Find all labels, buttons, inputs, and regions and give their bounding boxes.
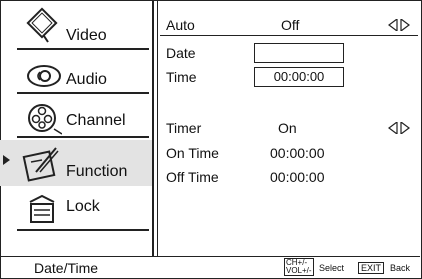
setting-label: Off Time [166,169,219,185]
sidebar-item-audio[interactable]: Audio [0,50,152,94]
setting-off-time[interactable]: Off Time 00:00:00 [160,167,420,187]
key-label: VOL+/- [286,266,312,275]
sidebar-item-label: Lock [66,198,100,215]
setting-value: 00:00:00 [270,169,325,185]
sidebar-item-video[interactable]: Video [0,6,152,50]
sidebar-item-lock[interactable]: Lock [0,188,152,232]
date-field[interactable] [254,43,344,63]
ch-vol-key-hint: CH+/- VOL+/- [284,258,314,276]
page-title: Date/Time [34,260,99,276]
left-right-arrows-icon[interactable] [388,19,410,31]
setting-date[interactable]: Date [160,43,420,63]
menu-divider [17,136,149,138]
sidebar-item-label: Audio [66,71,107,88]
select-hint: Select [319,263,345,273]
left-right-arrows-icon[interactable] [388,122,410,134]
sidebar-item-label: Video [66,27,107,44]
setting-auto[interactable]: Auto Off [160,17,420,38]
sidebar-item-function[interactable]: Function [0,140,152,186]
setting-value: On [278,120,297,136]
exit-key-hint: EXIT [358,262,385,274]
setting-label: On Time [166,145,219,161]
back-hint: Back [390,263,411,273]
audio-icon [27,65,61,87]
sidebar-item-channel[interactable]: Channel [0,96,152,140]
menu-divider [17,92,149,94]
setting-label: Auto [166,17,195,33]
sidebar-menu: Video Audio Channel Function Lock [0,0,154,256]
setting-label: Time [166,69,197,85]
sidebar-item-label: Channel [66,112,126,129]
video-icon [26,7,58,43]
menu-divider [17,229,149,231]
lock-icon [29,194,55,223]
setting-timer[interactable]: Timer On [160,118,420,138]
setting-label: Timer [166,120,202,136]
sidebar-item-label: Function [66,163,128,180]
setting-on-time[interactable]: On Time 00:00:00 [160,143,420,163]
setting-value: Off [281,17,300,33]
function-icon [22,147,59,182]
panel-divider [157,0,158,256]
channel-icon [28,104,62,135]
setting-time[interactable]: Time 00:00:00 [160,67,420,87]
setting-value: 00:00:00 [270,145,325,161]
selection-arrow-icon [3,155,10,165]
time-field[interactable]: 00:00:00 [254,67,344,87]
setting-label: Date [166,45,196,61]
